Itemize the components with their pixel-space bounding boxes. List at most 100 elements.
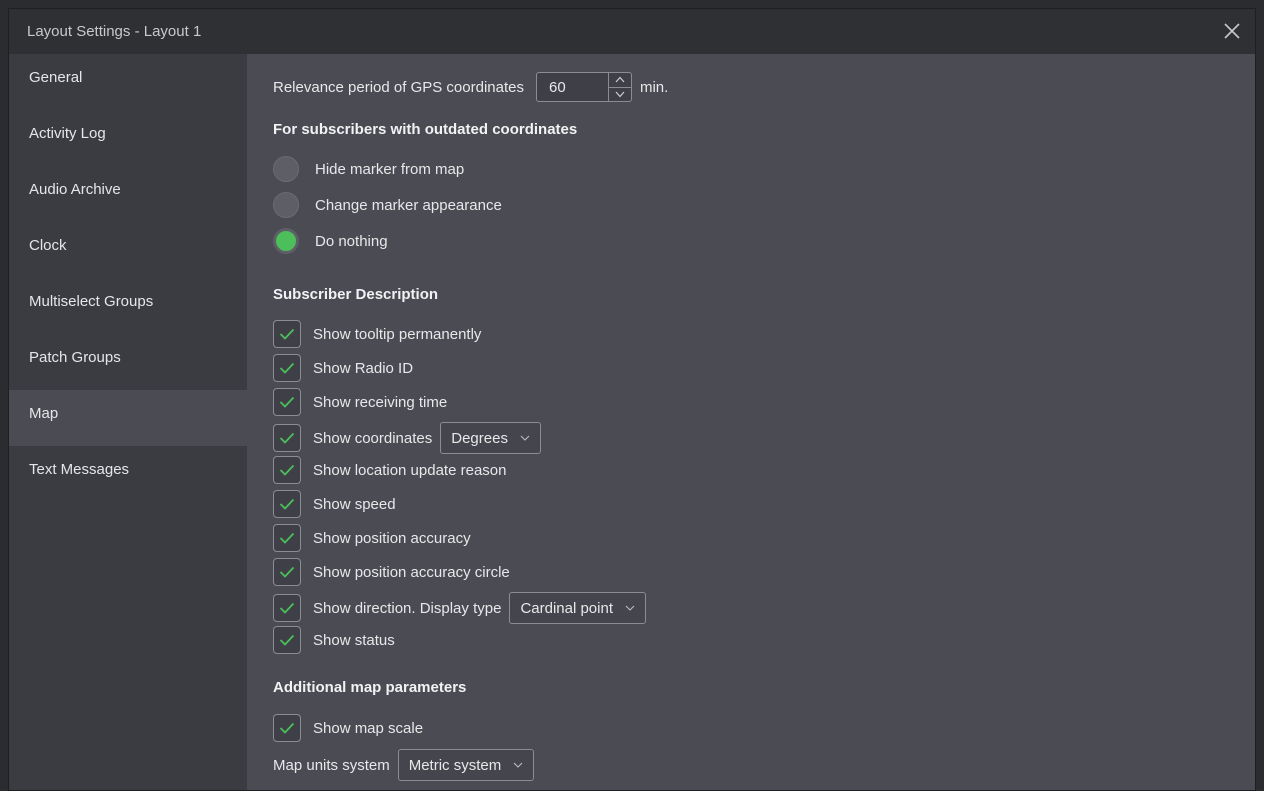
checkbox[interactable] [273, 424, 301, 452]
checkbox-label: Show receiving time [313, 393, 448, 411]
radio-label: Change marker appearance [315, 196, 502, 214]
sidebar-item-multiselect-groups[interactable]: Multiselect Groups [9, 278, 247, 334]
layout-settings-dialog: Layout Settings - Layout 1 General Activ… [8, 8, 1256, 791]
dropdown-value: Degrees [451, 429, 508, 447]
checkbox-row-coordinates[interactable]: Show coordinates Degrees [273, 422, 541, 454]
checkmark-icon [279, 328, 295, 340]
gps-relevance-value[interactable]: 60 [537, 79, 608, 96]
sidebar-item-label: Multiselect Groups [29, 292, 154, 310]
radio-do-nothing[interactable]: Do nothing [273, 228, 388, 254]
checkbox-row-map-scale[interactable]: Show map scale [273, 714, 423, 742]
map-units-row: Map units system Metric system [273, 749, 535, 781]
radio-button[interactable] [273, 156, 299, 182]
checkbox[interactable] [273, 456, 301, 484]
chevron-down-icon [520, 435, 530, 441]
sidebar-item-text-messages[interactable]: Text Messages [9, 446, 247, 502]
checkbox-label: Show status [313, 631, 395, 649]
decrement-button[interactable] [608, 86, 631, 102]
checkbox-label: Show position accuracy circle [313, 563, 510, 581]
checkmark-icon [279, 432, 295, 444]
title-bar: Layout Settings - Layout 1 [9, 9, 1255, 54]
additional-params-heading: Additional map parameters [273, 679, 467, 696]
checkbox-label: Show speed [313, 495, 396, 513]
checkbox-label: Show direction. Display type [313, 599, 502, 617]
sidebar-item-label: Map [29, 404, 59, 422]
checkbox[interactable] [273, 320, 301, 348]
map-units-label: Map units system [273, 756, 390, 774]
checkbox-label: Show position accuracy [313, 529, 471, 547]
sidebar-item-general[interactable]: General [9, 54, 247, 110]
checkmark-icon [279, 634, 295, 646]
subscriber-description-heading: Subscriber Description [273, 286, 439, 303]
sidebar-item-label: Clock [29, 236, 67, 254]
checkbox[interactable] [273, 626, 301, 654]
gps-relevance-label: Relevance period of GPS coordinates [273, 78, 524, 96]
checkbox-row-speed[interactable]: Show speed [273, 490, 396, 518]
chevron-down-icon [513, 762, 523, 768]
checkmark-icon [279, 722, 295, 734]
direction-type-dropdown[interactable]: Cardinal point [509, 592, 646, 624]
radio-button[interactable] [273, 192, 299, 218]
checkbox-row-status[interactable]: Show status [273, 626, 395, 654]
sidebar-item-activity-log[interactable]: Activity Log [9, 110, 247, 166]
window-title: Layout Settings - Layout 1 [27, 23, 202, 40]
checkbox[interactable] [273, 524, 301, 552]
checkbox-row-update-reason[interactable]: Show location update reason [273, 456, 506, 484]
gps-relevance-row: Relevance period of GPS coordinates 60 m… [273, 72, 668, 102]
sidebar-item-label: General [29, 68, 83, 86]
radio-label: Do nothing [315, 232, 388, 250]
checkmark-icon [279, 566, 295, 578]
map-units-dropdown[interactable]: Metric system [397, 749, 535, 781]
checkbox-label: Show tooltip permanently [313, 325, 482, 343]
gps-relevance-spinbox[interactable]: 60 [535, 72, 632, 102]
checkbox-row-direction[interactable]: Show direction. Display type Cardinal po… [273, 592, 646, 624]
checkbox-row-radio-id[interactable]: Show Radio ID [273, 354, 413, 382]
sidebar-item-patch-groups[interactable]: Patch Groups [9, 334, 247, 390]
checkbox-label: Show Radio ID [313, 359, 414, 377]
settings-sidebar: General Activity Log Audio Archive Clock… [9, 54, 247, 790]
radio-button-selected[interactable] [273, 228, 299, 254]
checkbox[interactable] [273, 714, 301, 742]
chevron-down-icon [615, 91, 625, 98]
outdated-heading: For subscribers with outdated coordinate… [273, 121, 578, 138]
dropdown-value: Cardinal point [520, 599, 613, 617]
checkbox-row-tooltip[interactable]: Show tooltip permanently [273, 320, 481, 348]
checkbox-row-accuracy[interactable]: Show position accuracy [273, 524, 471, 552]
radio-label: Hide marker from map [315, 160, 465, 178]
dropdown-value: Metric system [408, 756, 502, 774]
radio-change-appearance[interactable]: Change marker appearance [273, 192, 502, 218]
checkbox[interactable] [273, 558, 301, 586]
chevron-up-icon [615, 76, 625, 83]
spinbox-arrows [607, 73, 631, 102]
checkmark-icon [279, 362, 295, 374]
checkbox-row-accuracy-circle[interactable]: Show position accuracy circle [273, 558, 510, 586]
checkmark-icon [279, 602, 295, 614]
checkbox-label: Show location update reason [313, 461, 507, 479]
checkbox[interactable] [273, 388, 301, 416]
sidebar-item-label: Audio Archive [29, 180, 121, 198]
increment-button[interactable] [609, 73, 631, 87]
checkmark-icon [279, 532, 295, 544]
checkmark-icon [279, 498, 295, 510]
checkbox-label: Show map scale [313, 719, 424, 737]
sidebar-item-audio-archive[interactable]: Audio Archive [9, 166, 247, 222]
sidebar-item-map[interactable]: Map [9, 390, 247, 446]
checkbox[interactable] [273, 354, 301, 382]
sidebar-item-label: Patch Groups [29, 348, 121, 366]
sidebar-item-label: Text Messages [29, 460, 130, 478]
gps-unit-label: min. [639, 78, 669, 96]
sidebar-item-clock[interactable]: Clock [9, 222, 247, 278]
checkbox[interactable] [273, 594, 301, 622]
close-icon [1224, 23, 1240, 39]
checkmark-icon [279, 464, 295, 476]
chevron-down-icon [625, 605, 635, 611]
checkbox[interactable] [273, 490, 301, 518]
checkmark-icon [279, 396, 295, 408]
checkbox-row-receiving-time[interactable]: Show receiving time [273, 388, 447, 416]
close-button[interactable] [1219, 18, 1245, 44]
sidebar-item-label: Activity Log [29, 124, 106, 142]
map-settings-panel: Relevance period of GPS coordinates 60 m… [247, 54, 1255, 790]
coordinates-format-dropdown[interactable]: Degrees [440, 422, 541, 454]
radio-hide-marker[interactable]: Hide marker from map [273, 156, 464, 182]
checkbox-label: Show coordinates [313, 429, 433, 447]
